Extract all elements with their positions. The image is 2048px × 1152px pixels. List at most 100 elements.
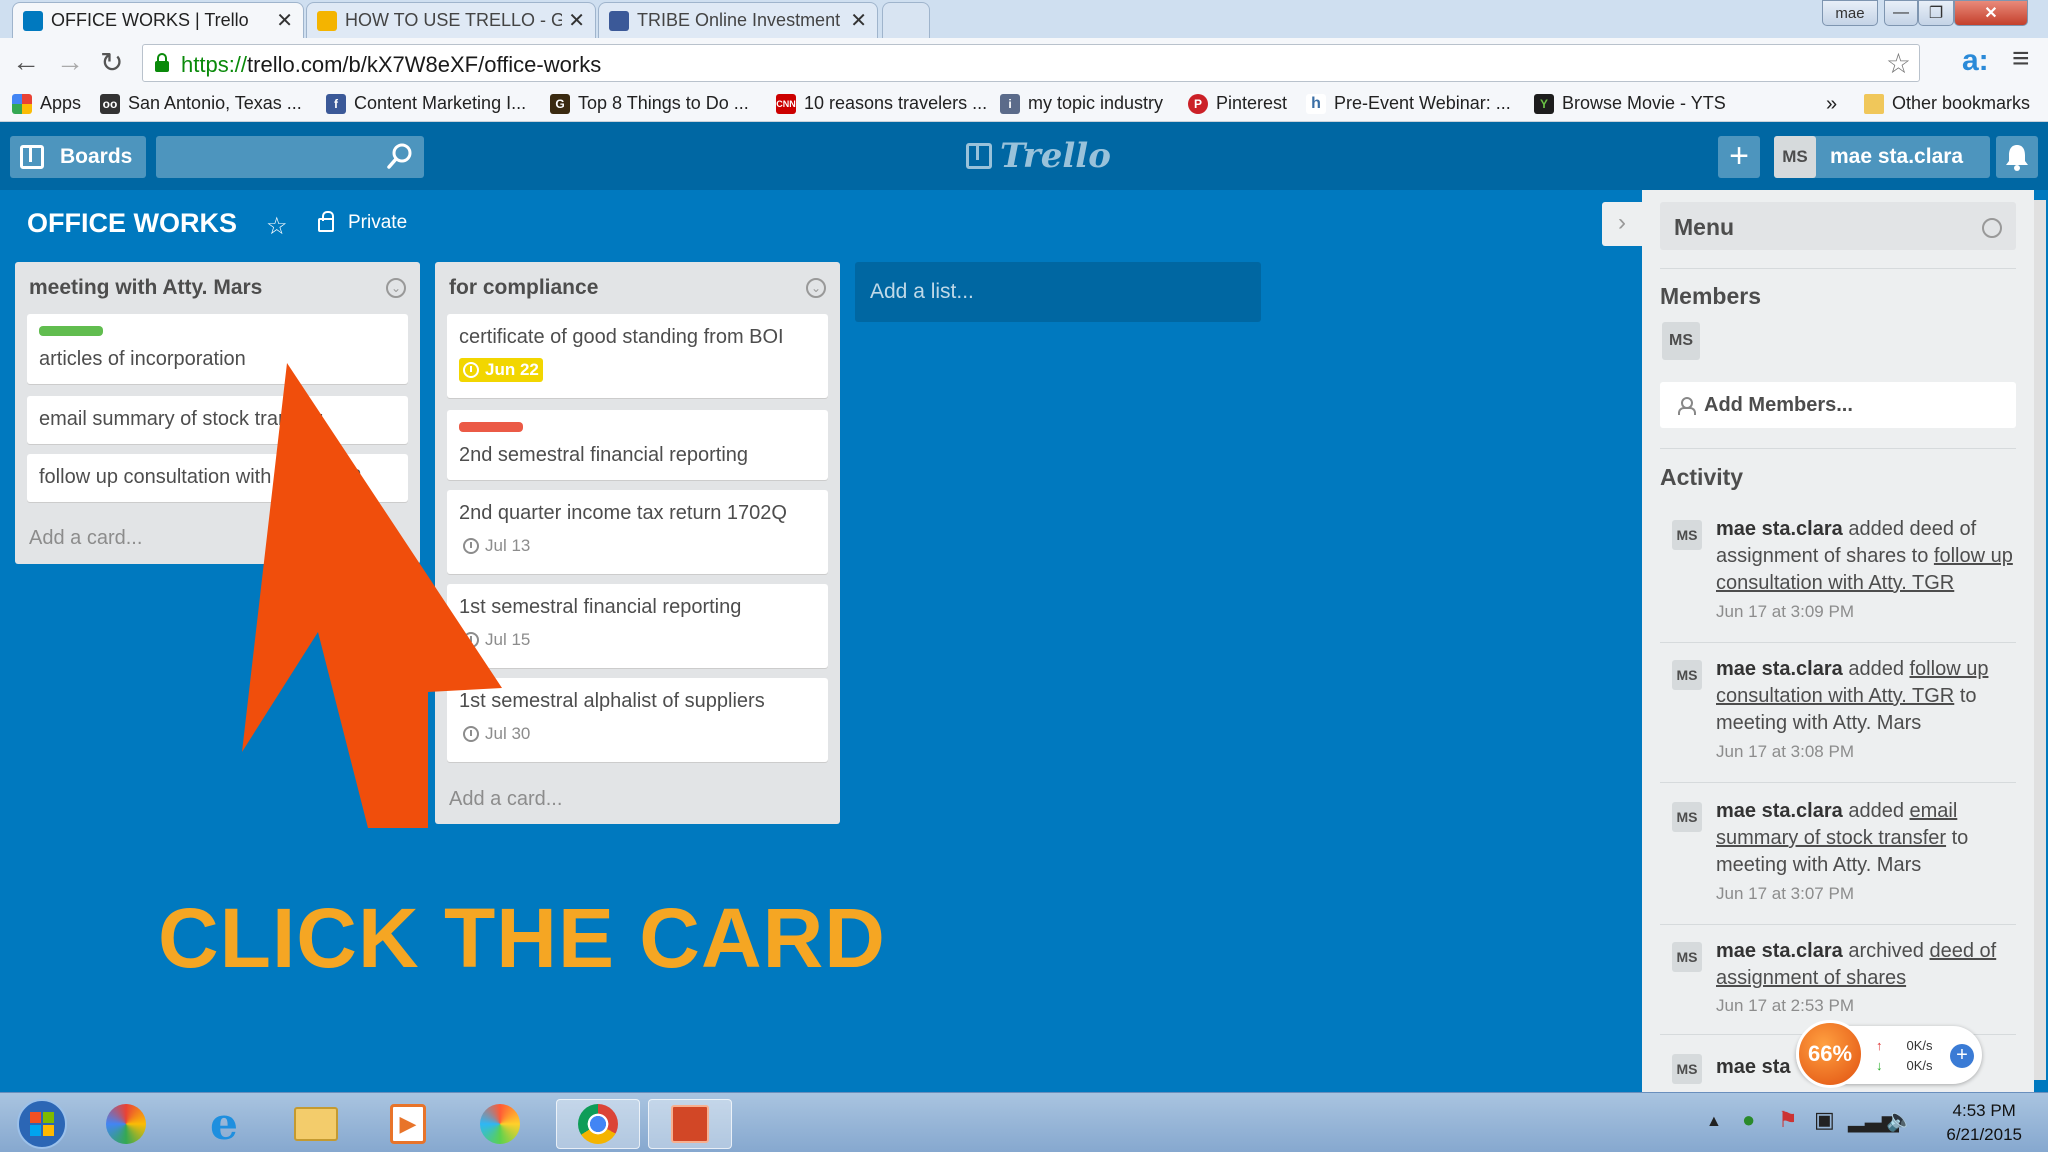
chrome-menu-icon[interactable]: ≡: [2012, 42, 2030, 76]
card-2nd-semestral-financial[interactable]: 2nd semestral financial reporting: [447, 410, 828, 480]
activity-time[interactable]: Jun 17 at 3:08 PM: [1716, 742, 1854, 762]
close-tab-icon[interactable]: ✕: [850, 8, 867, 33]
activity-time[interactable]: Jun 17 at 2:53 PM: [1716, 996, 1854, 1016]
bookmark-pinterest[interactable]: P Pinterest: [1188, 93, 1287, 114]
divider: [1660, 268, 2016, 269]
trello-logo[interactable]: Trello: [966, 136, 1111, 176]
bookmark-apps[interactable]: Apps: [12, 93, 81, 114]
minimize-button[interactable]: —: [1884, 0, 1918, 26]
close-tab-icon[interactable]: ✕: [276, 8, 293, 33]
speed-widget-plus-icon[interactable]: +: [1950, 1044, 1974, 1068]
maximize-button[interactable]: ❐: [1918, 0, 1954, 26]
add-members-button[interactable]: Add Members...: [1660, 382, 2016, 428]
activity-item: MS mae sta.clara added email summary of …: [1660, 798, 2016, 918]
avatar[interactable]: MS: [1672, 942, 1702, 972]
bookmark-pre-event-webinar[interactable]: h Pre-Event Webinar: ...: [1306, 93, 1511, 114]
notifications-button[interactable]: [1996, 136, 2038, 178]
person-icon: [1678, 397, 1696, 415]
back-icon[interactable]: ←: [12, 46, 40, 78]
browser-tab-tribe[interactable]: TRIBE Online Investment ✕: [598, 2, 878, 38]
bookmark-content-marketing[interactable]: f Content Marketing I...: [326, 93, 526, 114]
card-2nd-quarter-income-tax[interactable]: 2nd quarter income tax return 1702Q Jul …: [447, 490, 828, 574]
volume-icon[interactable]: 🔈: [1886, 1107, 1913, 1133]
card-email-summary[interactable]: email summary of stock transfer: [27, 396, 408, 444]
tray-device-icon[interactable]: ▣: [1814, 1107, 1835, 1133]
bookmark-san-antonio[interactable]: oo San Antonio, Texas ...: [100, 93, 302, 114]
taskbar-app-icon[interactable]: [90, 1099, 162, 1149]
card-1st-semestral-financial[interactable]: 1st semestral financial reporting Jul 15: [447, 584, 828, 668]
folder-icon: [1864, 93, 1884, 114]
forward-icon[interactable]: →: [56, 46, 84, 78]
avatar[interactable]: MS: [1672, 660, 1702, 690]
activity-item: MS mae sta.clara archived deed of assign…: [1660, 938, 2016, 1028]
bookmarks-overflow-button[interactable]: »: [1826, 93, 1837, 116]
file-explorer-icon[interactable]: [280, 1099, 352, 1149]
activity-time[interactable]: Jun 17 at 3:09 PM: [1716, 602, 1854, 622]
download-arrow-icon: ↓: [1876, 1058, 1883, 1073]
add-card-button[interactable]: Add a card...: [29, 527, 142, 550]
profile-button[interactable]: mae: [1822, 0, 1878, 26]
tray-app-icon[interactable]: ●: [1742, 1107, 1755, 1133]
search-input[interactable]: [156, 136, 424, 178]
bookmark-10-reasons[interactable]: CNN 10 reasons travelers ...: [776, 93, 987, 114]
list-menu-icon[interactable]: ⌄: [806, 278, 826, 298]
board-title[interactable]: OFFICE WORKS: [27, 208, 237, 239]
member-avatar[interactable]: MS: [1662, 322, 1700, 360]
card-title: email summary of stock transfer: [39, 408, 323, 430]
sidebar-toggle-chevron-icon[interactable]: ›: [1602, 202, 1642, 246]
boards-icon: [20, 145, 44, 169]
yts-icon: Y: [1534, 93, 1554, 114]
boards-button[interactable]: Boards: [10, 136, 146, 178]
member-menu-button[interactable]: MS mae sta.clara: [1774, 136, 1990, 178]
avatar[interactable]: MS: [1672, 1054, 1702, 1084]
card-articles-of-incorporation[interactable]: articles of incorporation: [27, 314, 408, 384]
browser-tab-how-to-use[interactable]: HOW TO USE TRELLO - G ✕: [306, 2, 596, 38]
address-bar[interactable]: https://trello.com/b/kX7W8eXF/office-wor…: [142, 44, 1920, 82]
list-title[interactable]: meeting with Atty. Mars: [29, 276, 262, 300]
due-date-badge: Jul 30: [459, 722, 534, 746]
system-clock[interactable]: 4:53 PM 6/21/2015: [1946, 1099, 2022, 1147]
show-hidden-icons-icon[interactable]: ▲: [1706, 1113, 1722, 1131]
presentation-app-icon[interactable]: [648, 1099, 732, 1149]
add-list-button[interactable]: Add a list...: [855, 262, 1261, 322]
due-date-badge: Jun 22: [459, 358, 543, 382]
board-visibility-button[interactable]: Private: [318, 211, 407, 234]
action-center-flag-icon[interactable]: ⚑: [1778, 1107, 1798, 1133]
taskbar-app-icon[interactable]: [464, 1099, 536, 1149]
tutorial-caption: CLICK THE CARD: [158, 891, 886, 985]
avatar[interactable]: MS: [1672, 520, 1702, 550]
other-bookmarks[interactable]: Other bookmarks: [1864, 93, 2030, 114]
menu-options-icon[interactable]: [1982, 218, 2002, 238]
bookmark-top-8-things[interactable]: G Top 8 Things to Do ...: [550, 93, 749, 114]
network-speed-widget[interactable]: 66% ↑ 0K/s ↓ 0K/s +: [1796, 1020, 1982, 1088]
sidebar-scrollbar[interactable]: [2034, 200, 2046, 1080]
bookmark-my-topic-industry[interactable]: i my topic industry: [1000, 93, 1163, 114]
bookmark-star-icon[interactable]: ☆: [1886, 47, 1911, 80]
avatar[interactable]: MS: [1672, 802, 1702, 832]
close-window-button[interactable]: ✕: [1954, 0, 2028, 26]
chrome-taskbar-icon[interactable]: [556, 1099, 640, 1149]
activity-time[interactable]: Jun 17 at 3:07 PM: [1716, 884, 1854, 904]
new-tab-button[interactable]: [882, 2, 930, 38]
card-1st-semestral-alphalist[interactable]: 1st semestral alphalist of suppliers Jul…: [447, 678, 828, 762]
card-certificate-of-good-standing[interactable]: certificate of good standing from BOI Ju…: [447, 314, 828, 398]
amazon-extension-icon[interactable]: a:: [1962, 44, 1989, 78]
tab-title: TRIBE Online Investment: [637, 10, 841, 30]
internet-explorer-icon[interactable]: e: [188, 1099, 260, 1150]
reload-icon[interactable]: ↻: [100, 46, 123, 79]
list-title[interactable]: for compliance: [449, 276, 598, 300]
browser-tab-trello[interactable]: OFFICE WORKS | Trello ✕: [12, 2, 304, 38]
list-menu-icon[interactable]: ⌄: [386, 278, 406, 298]
activity-text: mae sta.clara added follow up consultati…: [1716, 658, 1989, 734]
start-button[interactable]: [6, 1099, 78, 1149]
add-card-button[interactable]: Add a card...: [449, 788, 562, 811]
bookmark-browse-movie[interactable]: Y Browse Movie - YTS: [1534, 93, 1726, 114]
close-tab-icon[interactable]: ✕: [568, 8, 585, 33]
media-player-icon[interactable]: ▶: [372, 1099, 444, 1149]
card-follow-up-consultation[interactable]: follow up consultation with Atty. TGR: [27, 454, 408, 502]
list-meeting-with-atty-mars: meeting with Atty. Mars ⌄ articles of in…: [15, 262, 420, 564]
divider: [1660, 782, 2016, 783]
star-board-icon[interactable]: ☆: [266, 212, 288, 241]
clock-icon: [463, 538, 479, 554]
add-button[interactable]: +: [1718, 136, 1760, 178]
